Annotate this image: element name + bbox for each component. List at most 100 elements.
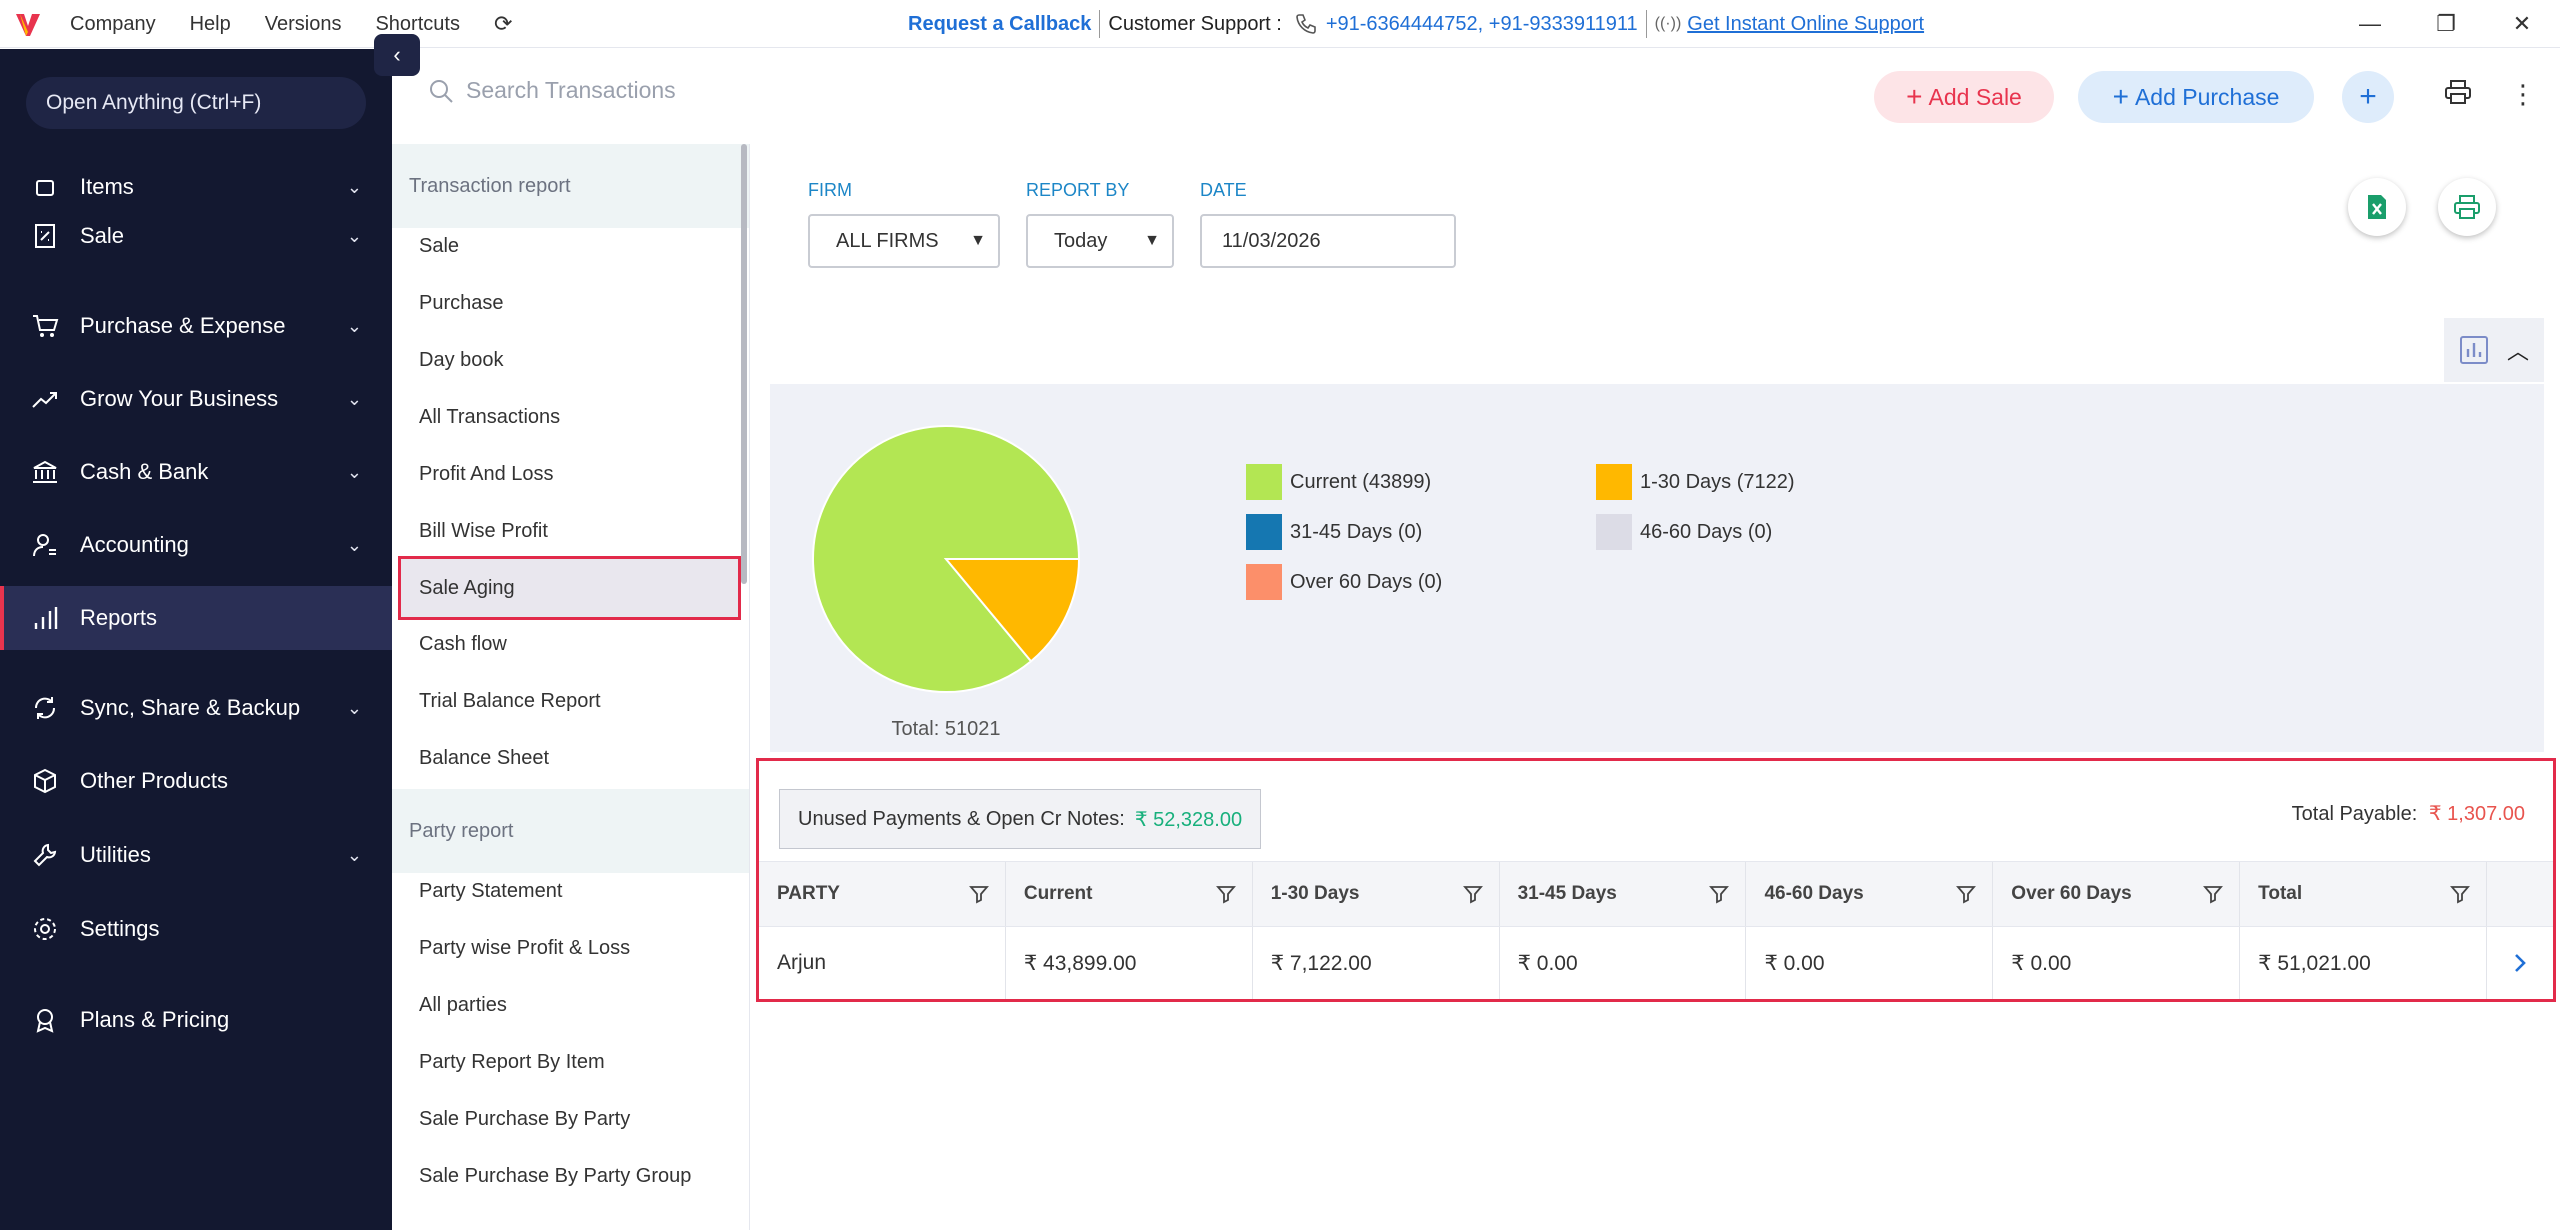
report-party-by-item[interactable]: Party Report By Item [392,1034,749,1091]
add-more-button[interactable]: + [2342,71,2394,123]
refresh-icon[interactable]: ⟳ [494,11,512,37]
legend-swatch [1246,564,1282,600]
sidebar-item-label: Other Products [80,768,228,793]
sidebar-item-accounting[interactable]: Accounting ⌄ [0,513,392,577]
filter-icon[interactable] [1462,884,1483,904]
menu-shortcuts[interactable]: Shortcuts [375,13,459,36]
report-party-profit-loss[interactable]: Party wise Profit & Loss [392,920,749,977]
more-vertical-icon[interactable]: ⋮ [2510,79,2536,110]
menu-company[interactable]: Company [70,13,156,36]
firm-label: FIRM [808,180,852,200]
table-row[interactable]: Arjun ₹ 43,899.00 ₹ 7,122.00 ₹ 0.00 ₹ 0.00 ₹ … [759,927,2553,999]
person-icon [28,532,62,558]
report-sale-purchase-by-party-group[interactable]: Sale Purchase By Party Group [392,1148,749,1205]
column-header[interactable]: 1-30 Days [1253,862,1500,926]
table-cell: ₹ 0.00 [1500,927,1747,999]
column-header[interactable]: Current [1006,862,1253,926]
report-all-parties[interactable]: All parties [392,977,749,1034]
plus-icon: + [2112,81,2129,112]
sidebar-item-label: Plans & Pricing [80,1007,230,1032]
legend-item: Over 60 Days (0) [1246,564,1442,600]
sidebar-item-sync-share-backup[interactable]: Sync, Share & Backup ⌄ [0,676,392,740]
column-header[interactable]: Total [2240,862,2488,926]
unused-payments-box: Unused Payments & Open Cr Notes: ₹ 52,32… [779,789,1262,849]
column-header[interactable]: PARTY [759,862,1006,926]
legend-label: 31-45 Days (0) [1290,520,1423,543]
box-icon [28,175,62,199]
sidebar-item-purchase-expense[interactable]: Purchase & Expense ⌄ [0,294,392,358]
restore-icon[interactable]: ❐ [2408,0,2484,48]
report-sale[interactable]: Sale [392,218,749,275]
search-input[interactable]: Search Transactions [428,77,676,104]
report-by-value: Today [1054,229,1108,252]
report-sale-aging[interactable]: Sale Aging [398,556,741,620]
report-cash-flow[interactable]: Cash flow [392,616,749,673]
column-header-spacer [2487,862,2553,926]
chevron-right-icon[interactable] [2487,927,2553,999]
print-icon[interactable] [2444,79,2472,112]
filter-icon[interactable] [1956,884,1977,904]
sidebar-item-cash-bank[interactable]: Cash & Bank ⌄ [0,440,392,504]
support-label: Customer Support : [1108,12,1282,35]
report-day-book[interactable]: Day book [392,332,749,389]
sidebar-item-settings[interactable]: Settings [0,897,392,961]
report-by-select[interactable]: Today ▼ [1026,214,1174,268]
sidebar-item-reports[interactable]: Reports [0,586,392,650]
column-header-label: Current [1023,883,1093,904]
column-header-label: 1-30 Days [1270,883,1360,904]
date-input[interactable]: 11/03/2026 [1200,214,1456,268]
report-content: FIRM ALL FIRMS ▼ REPORT BY Today ▼ DATE … [750,144,2560,1230]
scrollbar[interactable] [741,144,747,584]
add-purchase-button[interactable]: + Add Purchase [2078,71,2314,123]
export-excel-button[interactable] [2348,178,2406,236]
party-report-header: Party report [392,789,749,873]
column-header-label: Over 60 Days [2011,883,2132,904]
report-party-statement[interactable]: Party Statement [392,863,749,920]
legend-label: 46-60 Days (0) [1640,520,1773,543]
chart-toggle[interactable]: ︿ [2444,318,2544,382]
chevron-down-icon: ⌄ [346,461,362,482]
report-all-transactions[interactable]: All Transactions [392,389,749,446]
support-phones[interactable]: +91-6364444752, +91-9333911911 [1326,13,1638,36]
filter-icon[interactable] [2203,884,2224,904]
column-header[interactable]: 46-60 Days [1746,862,1994,926]
filter-icon[interactable] [1215,884,1236,904]
menu-versions[interactable]: Versions [265,13,342,36]
legend-item: 46-60 Days (0) [1596,514,1772,550]
sidebar-item-plans-pricing[interactable]: Plans & Pricing [0,988,392,1052]
column-header[interactable]: Over 60 Days [1993,862,2241,926]
open-anything-button[interactable]: Open Anything (Ctrl+F) [26,77,366,129]
filter-icon[interactable] [1709,884,1730,904]
minimize-icon[interactable]: — [2332,0,2408,48]
sidebar-item-label: Sale [80,223,125,248]
report-nav: Transaction report Sale Purchase Day boo… [392,144,750,1230]
print-report-button[interactable] [2438,178,2496,236]
report-balance-sheet[interactable]: Balance Sheet [392,730,749,787]
sidebar-item-grow-business[interactable]: Grow Your Business ⌄ [0,367,392,431]
request-callback-link[interactable]: Request a Callback [908,13,1091,36]
filter-icon[interactable] [2450,884,2470,904]
report-trial-balance[interactable]: Trial Balance Report [392,673,749,730]
legend-item: Current (43899) [1246,464,1431,500]
collapse-sidebar-button[interactable]: ‹ [374,34,420,76]
add-sale-button[interactable]: + Add Sale [1874,71,2054,123]
sidebar-item-other-products[interactable]: Other Products [0,749,392,813]
online-support-link[interactable]: Get Instant Online Support [1687,13,1924,36]
table-cell: ₹ 0.00 [1746,927,1994,999]
legend-item: 1-30 Days (7122) [1596,464,1795,500]
menu-help[interactable]: Help [190,13,231,36]
sidebar-item-label: Purchase & Expense [80,313,286,338]
sidebar-item-utilities[interactable]: Utilities ⌄ [0,823,392,887]
pie-chart: Total: 51021 [812,425,1081,740]
close-icon[interactable]: ✕ [2484,0,2560,48]
receipt-icon [28,223,62,249]
report-profit-and-loss[interactable]: Profit And Loss [392,446,749,503]
report-bill-wise-profit[interactable]: Bill Wise Profit [392,503,749,560]
report-sale-purchase-by-party[interactable]: Sale Purchase By Party [392,1091,749,1148]
firm-select[interactable]: ALL FIRMS ▼ [808,214,1000,268]
column-header[interactable]: 31-45 Days [1500,862,1747,926]
table-cell: ₹ 0.00 [1993,927,2241,999]
sidebar-item-sale[interactable]: Sale ⌄ [0,204,392,268]
report-purchase[interactable]: Purchase [392,275,749,332]
filter-icon[interactable] [968,884,989,904]
